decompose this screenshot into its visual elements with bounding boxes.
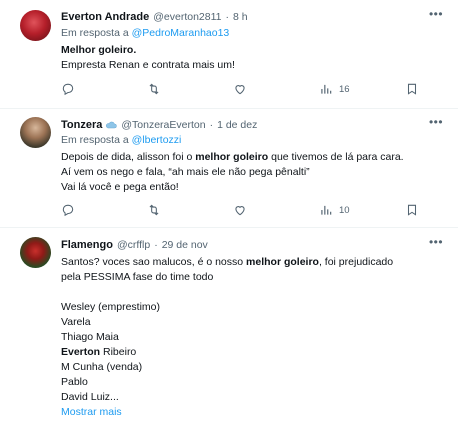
- list-item: Everton Ribeiro: [61, 345, 444, 360]
- separator: ·: [225, 11, 230, 23]
- bookmark-icon: [407, 204, 417, 216]
- tweet-text-line: pela PESSIMA fase do time todo: [61, 271, 214, 283]
- list-item: Wesley (emprestimo): [61, 301, 160, 313]
- tweet-3[interactable]: Flamengo @crfflp · 29 de nov ••• Santos?…: [0, 228, 458, 421]
- tweet-text-line: Aí vem os nego e fala, “ah mais ele não …: [61, 166, 310, 178]
- reply-icon: [62, 83, 74, 96]
- list-item: Thiago Maia: [61, 331, 119, 343]
- tweet-text-line: Santos? voces sao malucos, é o nosso mel…: [61, 255, 444, 270]
- tweet-text-line: Depois de dida, alisson foi o melhor gol…: [61, 150, 444, 165]
- tweet-2[interactable]: Tonzera @TonzeraEverton · 1 de dez ••• E…: [0, 109, 458, 227]
- timestamp[interactable]: 1 de dez: [217, 118, 257, 132]
- user-name[interactable]: Flamengo: [61, 238, 113, 252]
- reply-prefix: Em resposta a: [61, 27, 129, 39]
- timestamp[interactable]: 29 de nov: [162, 238, 208, 252]
- bookmark-button[interactable]: [405, 81, 419, 97]
- reply-icon: [62, 204, 74, 217]
- user-handle[interactable]: @everton2811: [153, 10, 221, 24]
- reply-button[interactable]: [61, 202, 81, 218]
- cloud-emoji-icon: [106, 121, 118, 129]
- highlight-segment: melhor goleiro: [195, 151, 269, 163]
- tweet-actions: 16: [61, 81, 431, 97]
- like-button[interactable]: [233, 202, 253, 218]
- text-segment: Depois de dida, alisson foi o: [61, 151, 196, 163]
- heart-icon: [235, 85, 245, 95]
- reply-mention[interactable]: @lbertozzi: [132, 134, 182, 146]
- list-item: David Luiz...: [61, 391, 119, 403]
- list-item: M Cunha (venda): [61, 361, 143, 373]
- tweet-1[interactable]: Everton Andrade @everton2811 · 8 h ••• E…: [0, 0, 458, 108]
- avatar[interactable]: [20, 117, 51, 148]
- tweet-text-line: Vai lá você e pega então!: [61, 181, 179, 193]
- user-name[interactable]: Everton Andrade: [61, 10, 149, 24]
- reply-context: Em resposta a @PedroMaranhao13: [61, 26, 444, 41]
- retweet-icon: [149, 204, 159, 216]
- user-handle[interactable]: @crfflp: [117, 238, 150, 252]
- retweet-icon: [149, 83, 159, 95]
- text-segment: Santos? voces sao malucos, é o nosso: [61, 256, 247, 268]
- reply-prefix: Em resposta a: [61, 134, 129, 146]
- show-more-link[interactable]: Mostrar mais: [61, 405, 444, 420]
- views-count: 16: [339, 83, 350, 95]
- reply-mention[interactable]: @PedroMaranhao13: [132, 27, 230, 39]
- avatar[interactable]: [20, 10, 51, 41]
- views-button[interactable]: 16: [319, 81, 350, 97]
- views-button[interactable]: 10: [319, 202, 350, 218]
- reply-context: Em resposta a @lbertozzi: [61, 133, 444, 148]
- text-segment: que tivemos de lá para cara.: [268, 151, 404, 163]
- tweet-header: Flamengo @crfflp · 29 de nov: [61, 238, 444, 252]
- retweet-button[interactable]: [147, 81, 167, 97]
- user-name[interactable]: Tonzera: [61, 118, 102, 132]
- more-options-icon[interactable]: •••: [428, 8, 444, 24]
- highlight-segment: melhor goleiro: [246, 256, 319, 268]
- views-icon: [321, 205, 332, 215]
- more-options-icon[interactable]: •••: [428, 116, 444, 132]
- avatar[interactable]: [20, 237, 51, 268]
- tweet-actions: 10: [61, 202, 431, 218]
- views-icon: [321, 84, 332, 94]
- highlight-segment: Everton: [61, 346, 101, 358]
- separator: ·: [209, 119, 214, 131]
- bookmark-icon: [407, 83, 417, 95]
- more-options-icon[interactable]: •••: [428, 236, 444, 252]
- text-segment: , foi prejudicado: [318, 256, 394, 268]
- reply-button[interactable]: [61, 81, 81, 97]
- tweet-text-line: Melhor goleiro.: [61, 44, 137, 56]
- retweet-button[interactable]: [147, 202, 167, 218]
- tweet-header: Tonzera @TonzeraEverton · 1 de dez: [61, 118, 444, 132]
- like-button[interactable]: [233, 81, 253, 97]
- timestamp[interactable]: 8 h: [233, 10, 248, 24]
- user-handle[interactable]: @TonzeraEverton: [121, 118, 205, 132]
- text-segment: Ribeiro: [100, 346, 137, 358]
- separator: ·: [154, 239, 158, 251]
- bookmark-button[interactable]: [405, 202, 419, 218]
- heart-icon: [235, 206, 245, 216]
- list-item: Varela: [61, 316, 91, 328]
- list-item: Pablo: [61, 376, 88, 388]
- views-count: 10: [339, 204, 350, 216]
- tweet-text-line: Empresta Renan e contrata mais um!: [61, 59, 235, 71]
- tweet-header: Everton Andrade @everton2811 · 8 h: [61, 10, 444, 24]
